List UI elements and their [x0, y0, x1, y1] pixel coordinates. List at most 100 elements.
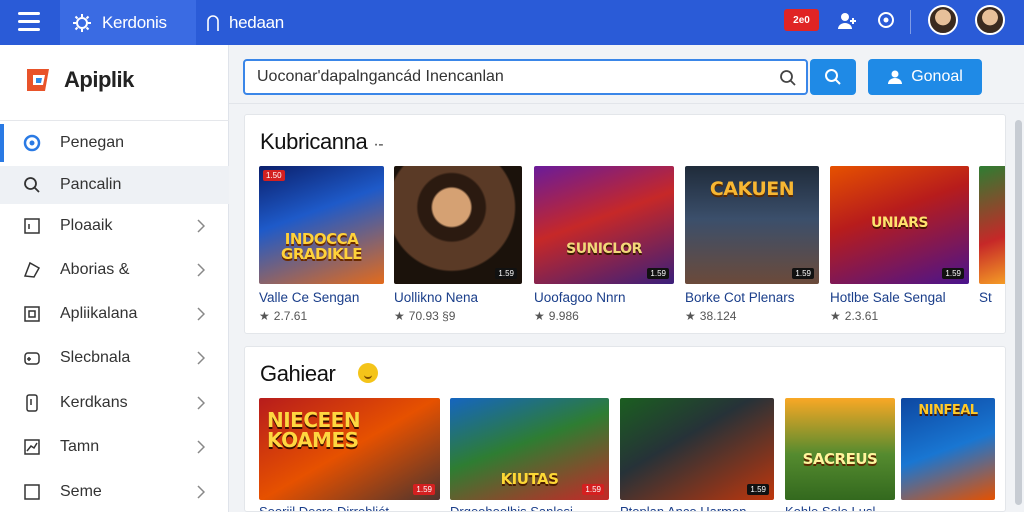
chevron-right-icon — [197, 440, 205, 454]
app-thumbnail[interactable]: CAKUEN 1.59 — [685, 166, 819, 284]
square-icon — [24, 484, 40, 500]
card-title: Valle Ce Sengan — [259, 290, 360, 305]
thumbnail-art: UNIARS — [871, 215, 929, 231]
tag-icon — [23, 261, 41, 278]
search-icon — [825, 69, 841, 85]
app-thumbnail[interactable]: NIECEEN KOAMES 1.59 — [259, 398, 440, 500]
app-card[interactable]: 1.59 Ptoplan Anco Harmen — [620, 398, 774, 511]
card-rating: ★ 9.986 — [534, 309, 579, 323]
search-icon[interactable] — [778, 68, 798, 88]
top-bar: Kerdonis hedaan 2e0 — [0, 0, 1024, 45]
divider — [910, 10, 911, 34]
sidebar-item-penegan[interactable]: Penegan — [0, 124, 229, 162]
sidebar-item-kerdkans[interactable]: Kerdkans — [0, 384, 229, 422]
sidebar-item-apliikalana[interactable]: Apliikalana — [0, 295, 229, 333]
app-card[interactable]: CAKUEN 1.59 Borke Cot Plenars ★ 38.124 — [685, 166, 819, 326]
tab-label: hedaan — [229, 12, 284, 32]
compass-icon — [23, 134, 41, 152]
divider — [0, 120, 229, 121]
search-input[interactable]: Uoconar'dapalngancád Inencanlan — [243, 59, 808, 95]
sidebar-item-seme[interactable]: Seme — [0, 473, 229, 511]
card-rating: ★ 38.124 — [685, 309, 737, 323]
sidebar-item-label: Tamn — [60, 438, 100, 455]
app-card[interactable]: NINFEAL — [901, 398, 995, 511]
tab-label: Kerdonis — [102, 12, 167, 32]
user-button[interactable]: Gonoal — [868, 59, 982, 95]
tab-second[interactable]: hedaan — [205, 0, 284, 45]
thumbnail-art: CAKUEN — [709, 178, 795, 200]
app-card[interactable]: 1.59 Uollikno Nena ★ 70.93 §9 — [394, 166, 522, 326]
gamepad-icon — [24, 352, 40, 365]
tab-active[interactable]: Kerdonis — [60, 0, 196, 45]
search-value: Uoconar'dapalngancád Inencanlan — [257, 68, 504, 85]
app-thumbnail[interactable] — [979, 166, 1005, 284]
app-name: Apiplik — [64, 67, 134, 92]
sidebar-item-pancalin[interactable]: Pancalin — [0, 166, 229, 204]
app-thumbnail[interactable]: SUNICLOR 1.59 — [534, 166, 674, 284]
user-icon — [888, 70, 903, 84]
app-thumbnail[interactable]: KIUTAS 1.59 — [450, 398, 609, 500]
app-thumbnail[interactable]: 1.59 — [394, 166, 522, 284]
divider — [229, 103, 1024, 104]
sidebar-item-label: Ploaaik — [60, 217, 113, 234]
app-card[interactable]: St — [979, 166, 1005, 326]
card-rating: ★ 70.93 §9 — [394, 309, 456, 323]
search-button[interactable] — [810, 59, 856, 95]
status-badge: 1.59 — [747, 484, 769, 495]
status-badge: 1.50 — [263, 170, 285, 181]
thumbnail-art: NIECEEN KOAMES — [267, 408, 361, 452]
status-badge: 1.59 — [495, 268, 517, 279]
phone-icon — [26, 394, 38, 412]
sidebar-item-tamn[interactable]: Tamn — [0, 428, 229, 466]
app-icon — [24, 218, 40, 234]
sidebar-item-label: Pancalin — [60, 176, 122, 193]
card-rating: ★ 2.7.61 — [259, 309, 308, 323]
thumbnail-art: SACREUS — [802, 450, 878, 468]
app-card[interactable]: SUNICLOR 1.59 Uoofagoo Nnrn ★ 9.986 — [534, 166, 674, 326]
card-title: St — [979, 290, 992, 305]
status-badge: 1.59 — [582, 484, 604, 495]
section-games: Gahiear NIECEEN KOAMES 1.59 Sooriil Decre… — [244, 346, 1006, 512]
sidebar-item-label: Slecbnala — [60, 349, 131, 366]
menu-icon[interactable] — [18, 12, 40, 32]
chart-icon — [24, 439, 40, 455]
app-thumbnail[interactable]: 1.59 — [620, 398, 774, 500]
notification-badge[interactable]: 2e0 — [784, 9, 819, 31]
chevron-right-icon — [197, 307, 205, 321]
app-card[interactable]: NIECEEN KOAMES 1.59 Sooriil Decre Dirrebl… — [259, 398, 440, 511]
app-card[interactable]: UNIARS 1.59 Hotlbe Sale Sengal ★ 2.3.61 — [830, 166, 969, 326]
app-thumbnail[interactable]: UNIARS 1.59 — [830, 166, 969, 284]
user-icon — [207, 14, 219, 31]
star-icon: ★ — [394, 309, 405, 323]
scrollbar-thumb[interactable] — [1015, 120, 1022, 505]
sidebar-item-slecbnala[interactable]: Slecbnala — [0, 339, 229, 377]
grid-icon — [24, 306, 40, 322]
card-title: Uoofagoo Nnrn — [534, 290, 626, 305]
app-card[interactable]: SACREUS Kohle Sole Lusl — [785, 398, 895, 512]
card-title: Kohle Sole Lusl — [785, 504, 876, 512]
thumbnail-art: SUNICLOR — [566, 241, 642, 257]
section-title: Kubricanna ·‑ — [260, 129, 384, 154]
card-title: Uollikno Nena — [394, 290, 479, 305]
card-rating: ★ 2.3.61 — [830, 309, 879, 323]
thumbnail-art: INDOCCA GRADIKLE — [281, 230, 362, 263]
section-featured: Kubricanna ·‑ INDOCCA GRADIKLE 1.50 Valle … — [244, 114, 1006, 334]
logo[interactable]: Apiplik — [24, 65, 134, 95]
person-add-icon[interactable] — [836, 10, 858, 32]
app-card[interactable]: INDOCCA GRADIKLE 1.50 Valle Ce Sengan ★ 2.… — [259, 166, 384, 326]
help-icon[interactable] — [876, 10, 896, 30]
app-thumbnail[interactable]: INDOCCA GRADIKLE 1.50 — [259, 166, 384, 284]
sidebar-item-ploaaik[interactable]: Ploaaik — [0, 207, 229, 245]
avatar[interactable] — [975, 5, 1005, 35]
sidebar-item-aborias[interactable]: Aborias & — [0, 251, 229, 289]
sidebar-item-label: Apliikalana — [60, 305, 138, 322]
status-badge: 1.59 — [647, 268, 669, 279]
app-thumbnail[interactable]: NINFEAL — [901, 398, 995, 500]
button-label: Gonoal — [911, 68, 963, 85]
app-thumbnail[interactable]: SACREUS — [785, 398, 895, 500]
status-badge: 1.59 — [942, 268, 964, 279]
star-icon: ★ — [685, 309, 696, 323]
avatar[interactable] — [928, 5, 958, 35]
app-card[interactable]: KIUTAS 1.59 Drgeohoolhis Sanlesi — [450, 398, 609, 511]
status-badge: 1.59 — [413, 484, 435, 495]
